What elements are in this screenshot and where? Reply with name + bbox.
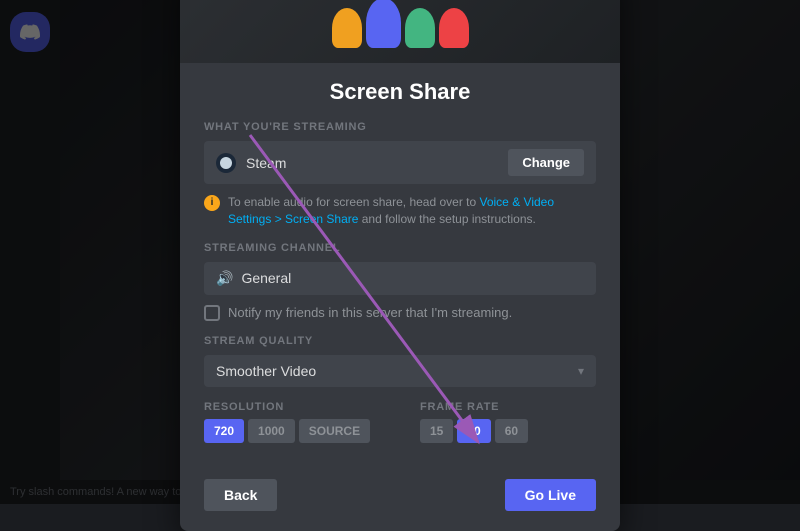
channel-name: General: [241, 270, 291, 286]
info-box: i To enable audio for screen share, head…: [204, 194, 596, 228]
channel-box: 🔊 General: [204, 262, 596, 295]
info-text-before: To enable audio for screen share, head o…: [228, 195, 480, 209]
framerate-30-button[interactable]: 30: [457, 419, 490, 443]
modal-header-image: ✕: [180, 0, 620, 63]
back-button[interactable]: Back: [204, 479, 277, 511]
resolution-source-button[interactable]: SOURCE: [299, 419, 370, 443]
framerate-15-button[interactable]: 15: [420, 419, 453, 443]
quality-options: RESOLUTION 720 1000 SOURCE FRAME RATE 15…: [204, 401, 596, 443]
resolution-label: RESOLUTION: [204, 401, 380, 413]
resolution-1000-button[interactable]: 1000: [248, 419, 295, 443]
go-live-button[interactable]: Go Live: [505, 479, 596, 511]
notify-label: Notify my friends in this server that I'…: [228, 305, 512, 320]
framerate-group: FRAME RATE 15 30 60: [420, 401, 596, 443]
character-1: [332, 8, 362, 48]
resolution-720-button[interactable]: 720: [204, 419, 244, 443]
action-row: Back Go Live: [180, 479, 620, 511]
chevron-down-icon: ▾: [578, 364, 584, 378]
framerate-60-button[interactable]: 60: [495, 419, 528, 443]
channel-section-label: STREAMING CHANNEL: [204, 242, 596, 254]
character-3: [405, 8, 435, 48]
quality-dropdown[interactable]: Smoother Video ▾: [204, 355, 596, 387]
streaming-section-label: WHAT YOU'RE STREAMING: [204, 121, 596, 133]
modal-backdrop: ✕ Screen Share WHAT YOU'RE STREAMING Ste…: [0, 0, 800, 504]
close-button[interactable]: ✕: [593, 0, 608, 1]
modal-body: Screen Share WHAT YOU'RE STREAMING Steam…: [180, 63, 620, 479]
streaming-app-name: Steam: [246, 155, 498, 171]
info-icon: i: [204, 195, 220, 211]
notify-row: Notify my friends in this server that I'…: [204, 305, 596, 321]
modal-title: Screen Share: [204, 79, 596, 105]
framerate-buttons: 15 30 60: [420, 419, 596, 443]
resolution-group: RESOLUTION 720 1000 SOURCE: [204, 401, 380, 443]
streaming-app-box: Steam Change: [204, 141, 596, 184]
steam-icon-inner: [220, 157, 232, 169]
character-4: [439, 8, 469, 48]
character-2: [366, 0, 401, 48]
quality-selected: Smoother Video: [216, 363, 316, 379]
volume-icon: 🔊: [216, 270, 233, 287]
framerate-label: FRAME RATE: [420, 401, 596, 413]
info-text-after: and follow the setup instructions.: [358, 212, 535, 226]
info-text: To enable audio for screen share, head o…: [228, 194, 596, 228]
header-illustration: [332, 0, 469, 48]
change-button[interactable]: Change: [508, 149, 584, 176]
resolution-buttons: 720 1000 SOURCE: [204, 419, 380, 443]
quality-section-label: STREAM QUALITY: [204, 335, 596, 347]
screen-share-modal: ✕ Screen Share WHAT YOU'RE STREAMING Ste…: [180, 0, 620, 531]
notify-checkbox[interactable]: [204, 305, 220, 321]
steam-icon: [216, 153, 236, 173]
